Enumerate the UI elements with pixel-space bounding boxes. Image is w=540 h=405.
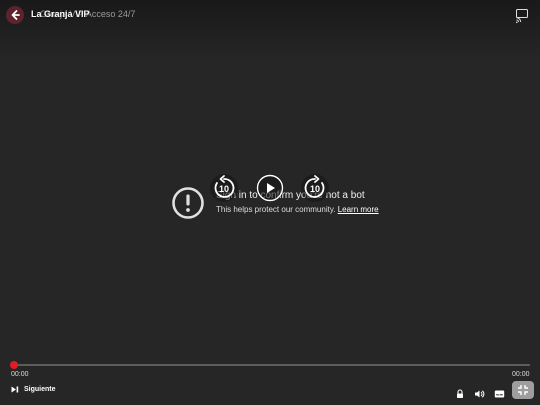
learn-more-link[interactable]: Learn more	[338, 205, 379, 214]
subtitles-button[interactable]	[494, 386, 505, 398]
bot-check-subtitle-text: This helps protect our community.	[216, 205, 336, 214]
play-icon	[256, 174, 284, 202]
total-time: 00:00	[512, 371, 530, 378]
lock-button[interactable]	[455, 386, 465, 398]
back-arrow-icon	[11, 10, 20, 20]
progress-thumb[interactable]	[10, 361, 18, 369]
skip-next-icon	[11, 386, 19, 393]
bot-check-subtitle: This helps protect our community. Learn …	[216, 205, 379, 214]
volume-icon	[475, 390, 485, 398]
forward-10-icon: 10	[304, 175, 325, 198]
cast-button[interactable]	[515, 7, 529, 25]
rewind-label: 10	[219, 184, 229, 194]
app-title: La Granja VIP	[31, 9, 90, 19]
rewind-10-icon: 10	[214, 175, 235, 198]
progress-track[interactable]	[14, 364, 530, 366]
next-episode-button[interactable]: Siguiente	[11, 386, 56, 393]
warning-icon	[171, 186, 205, 220]
cast-icon	[516, 9, 528, 24]
forward-label: 10	[310, 184, 320, 194]
fullscreen-button[interactable]	[512, 381, 534, 399]
next-episode-label: Siguiente	[24, 386, 56, 393]
back-button[interactable]	[6, 6, 24, 24]
play-button[interactable]	[256, 174, 284, 202]
subtitles-icon	[494, 390, 505, 398]
lock-icon	[457, 389, 463, 398]
forward-10-button[interactable]: 10	[301, 174, 329, 202]
bot-check-title: Sign in to confirm you're not a bot	[216, 190, 365, 201]
current-time: 00:00	[11, 371, 29, 378]
rewind-10-button[interactable]: 10	[210, 174, 238, 202]
volume-button[interactable]	[474, 386, 485, 398]
fullscreen-exit-icon	[518, 385, 528, 395]
